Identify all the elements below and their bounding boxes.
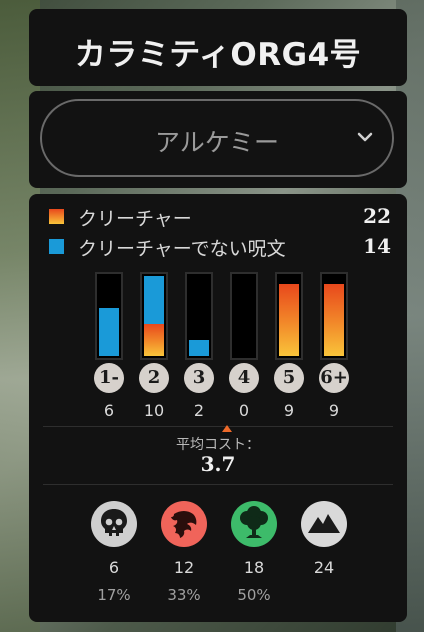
format-selected-value: アルケミー — [154, 128, 279, 157]
red-mana-count: 12 — [173, 558, 195, 577]
colorless-mana-count: 24 — [313, 558, 335, 577]
curve-bar-5[interactable] — [275, 272, 303, 360]
cost-count-3: 2 — [193, 401, 205, 420]
cost-count-1: 6 — [103, 401, 115, 420]
curve-bar-6[interactable] — [320, 272, 348, 360]
average-cost-value: 3.7 — [200, 452, 236, 476]
curve-bar-fill — [99, 276, 119, 356]
cost-badge-3: 3 — [184, 363, 214, 393]
average-cost-label: 平均コスト： — [176, 437, 260, 453]
legend-creature-label: クリーチャー — [78, 208, 192, 230]
curve-bar-fill — [234, 276, 254, 356]
curve-bar-fill — [279, 276, 299, 356]
black-mana-skull-icon — [91, 501, 137, 547]
curve-bar-3[interactable] — [185, 272, 213, 360]
curve-bar-1[interactable] — [95, 272, 123, 360]
colorless-mountain-icon — [301, 501, 347, 547]
format-select[interactable]: アルケミー — [40, 99, 394, 177]
legend-spell: クリーチャーでない呪文 14 — [47, 234, 391, 260]
curve-bar-2[interactable] — [140, 272, 168, 360]
spell-segment — [189, 340, 209, 356]
cost-count-5: 9 — [283, 401, 295, 420]
legend-creature: クリーチャー 22 — [47, 204, 391, 230]
black-mana-count: 6 — [108, 558, 120, 577]
average-cost-marker — [222, 425, 232, 432]
spell-segment — [99, 308, 119, 356]
deck-title-panel: カラミティORG4号 — [29, 9, 407, 86]
cost-badge-6: 6+ — [319, 363, 349, 393]
green-mana-percent: 50% — [237, 586, 271, 604]
cost-count-6: 9 — [328, 401, 340, 420]
green-mana-count: 18 — [243, 558, 265, 577]
curve-bar-fill — [189, 276, 209, 356]
creature-segment — [144, 324, 164, 356]
cost-count-4: 0 — [238, 401, 250, 420]
creature-segment — [279, 284, 299, 356]
creature-segment — [324, 284, 344, 356]
legend-spell-label: クリーチャーでない呪文 — [78, 238, 286, 260]
curve-bar-fill — [324, 276, 344, 356]
spell-swatch — [49, 239, 64, 254]
deck-stats-panel: クリーチャー 22 クリーチャーでない呪文 14 1- 6 2 10 3 2 4 0 5 9 6+ 9… — [29, 194, 407, 622]
divider — [43, 484, 393, 485]
format-panel: アルケミー — [29, 91, 407, 188]
deck-title[interactable]: カラミティORG4号 — [29, 29, 407, 74]
cost-badge-2: 2 — [139, 363, 169, 393]
red-mana-dragon-icon — [161, 501, 207, 547]
red-mana-percent: 33% — [167, 586, 201, 604]
creature-swatch — [49, 209, 64, 224]
chevron-down-icon — [357, 132, 373, 142]
curve-bar-fill — [144, 276, 164, 356]
curve-bar-4[interactable] — [230, 272, 258, 360]
green-mana-tree-icon — [231, 501, 277, 547]
spell-segment — [144, 276, 164, 324]
black-mana-percent: 17% — [97, 586, 131, 604]
cost-badge-1: 1- — [94, 363, 124, 393]
legend-creature-count: 22 — [363, 204, 391, 228]
cost-badge-5: 5 — [274, 363, 304, 393]
legend-spell-count: 14 — [363, 234, 391, 258]
cost-count-2: 10 — [143, 401, 165, 420]
divider — [43, 426, 393, 427]
cost-badge-4: 4 — [229, 363, 259, 393]
